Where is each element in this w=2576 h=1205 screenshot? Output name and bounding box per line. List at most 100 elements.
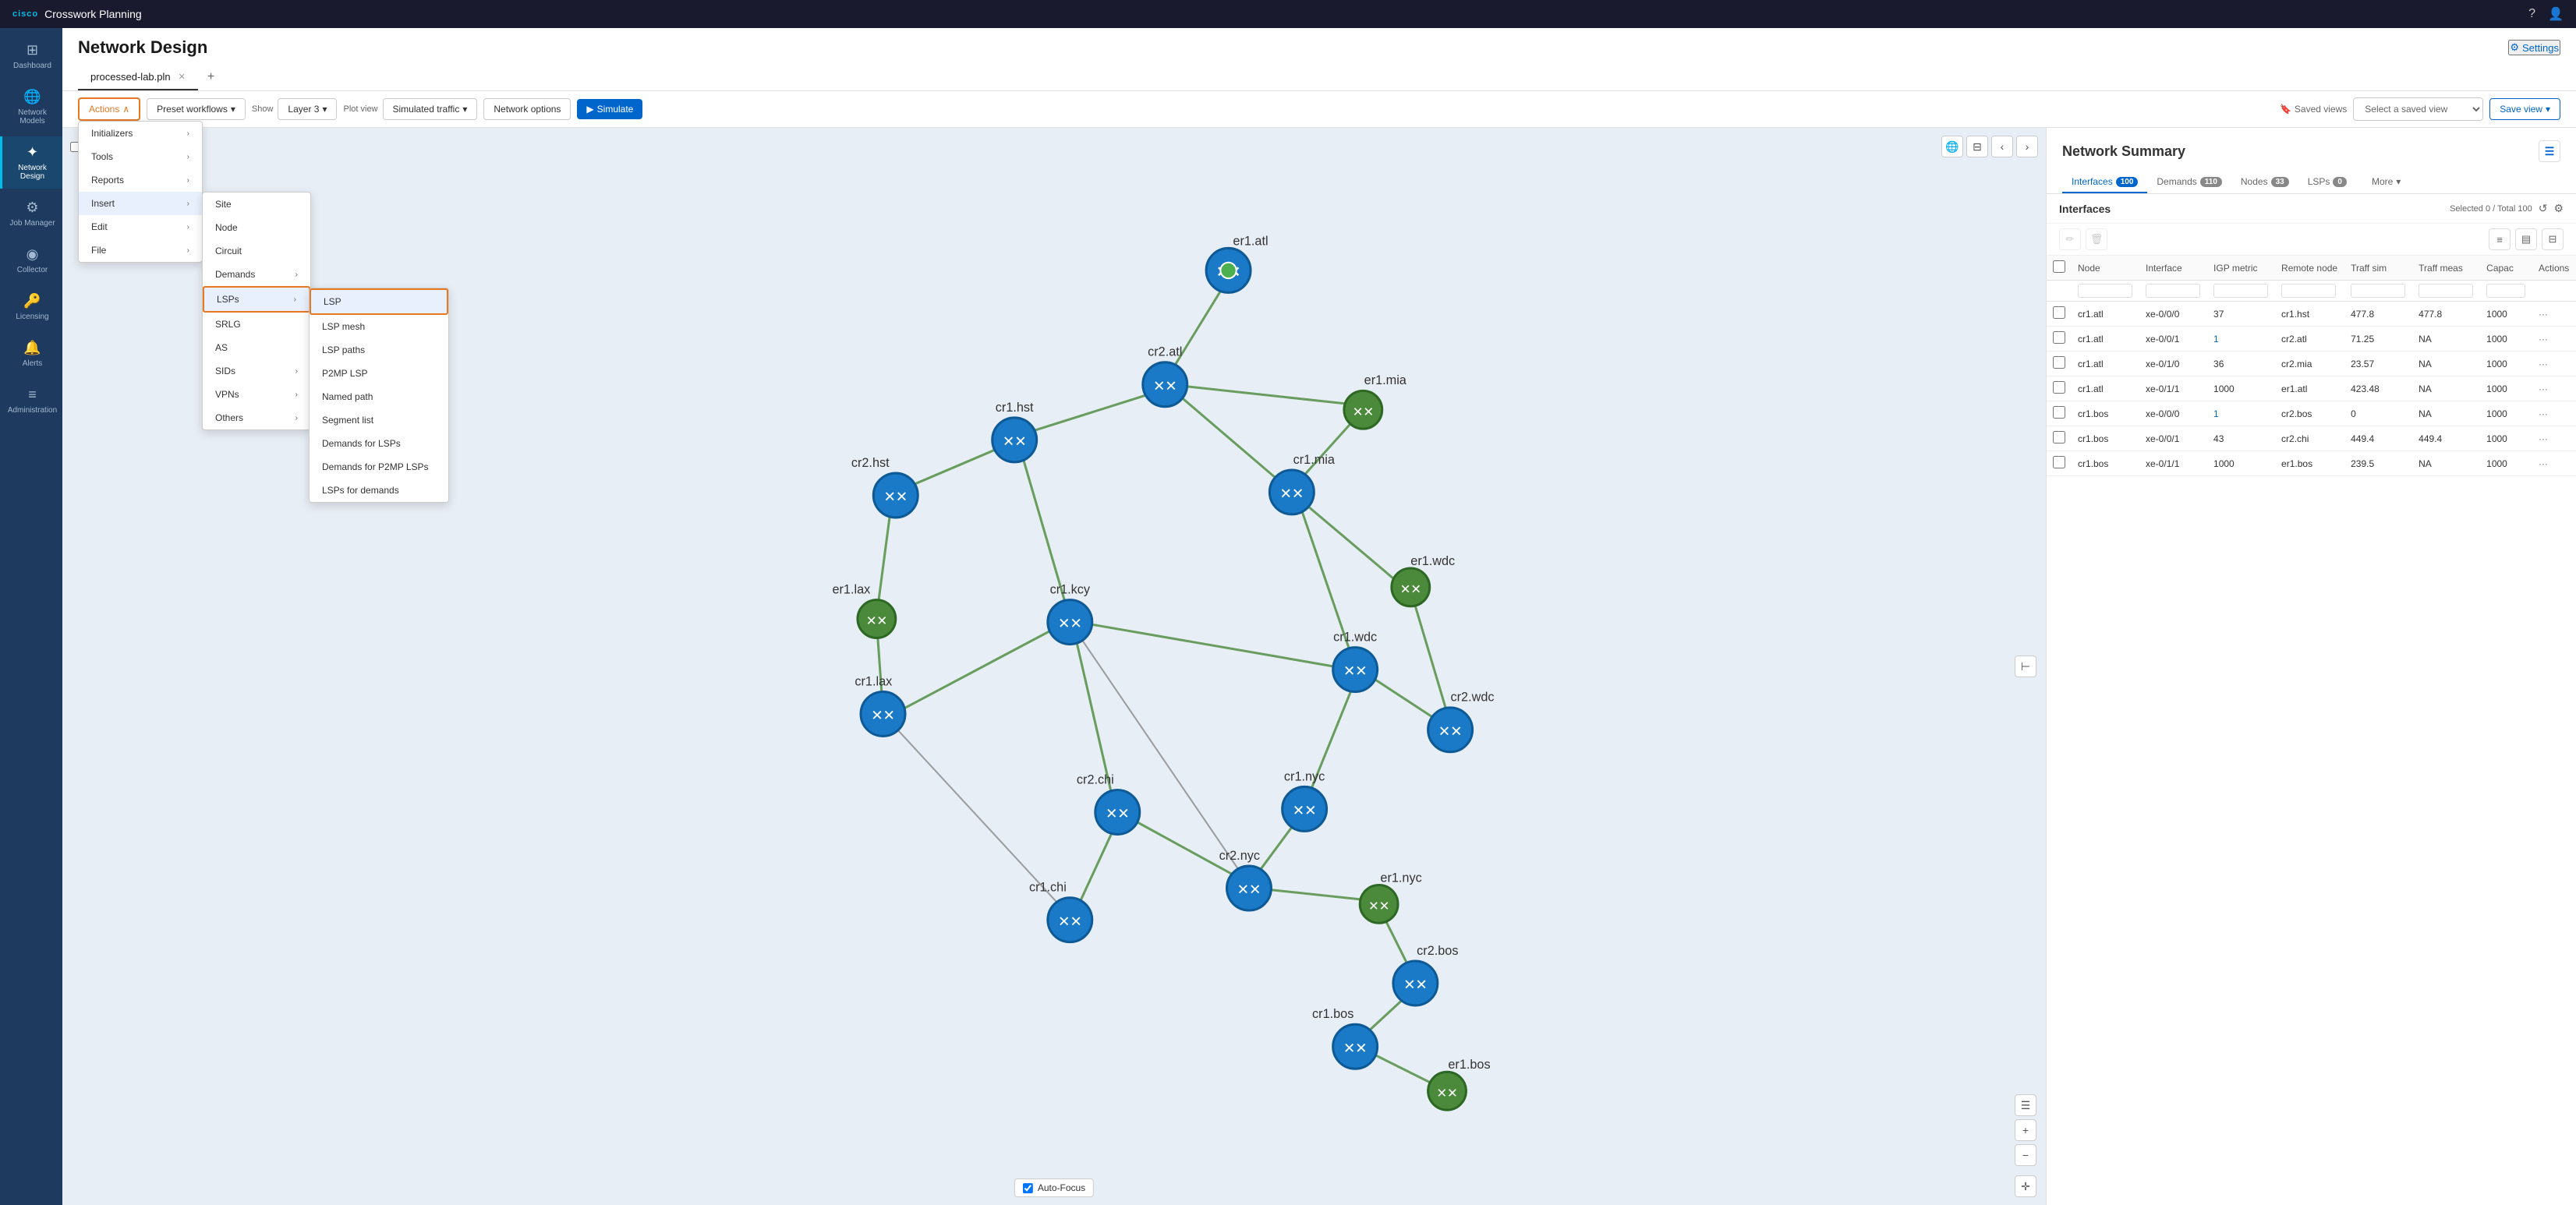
select-all-checkbox[interactable] bbox=[2053, 260, 2065, 273]
row-checkbox-6[interactable] bbox=[2053, 456, 2065, 468]
lsp-item-segment-list[interactable]: Segment list bbox=[310, 408, 448, 432]
actions-menu-tools[interactable]: Tools › bbox=[79, 145, 202, 168]
help-icon[interactable]: ? bbox=[2528, 7, 2535, 21]
actions-menu-reports[interactable]: Reports › bbox=[79, 168, 202, 192]
expand-view-btn[interactable]: ⊟ bbox=[2542, 228, 2564, 250]
row-menu-2[interactable]: ··· bbox=[2539, 359, 2548, 369]
tab-processed-lab[interactable]: processed-lab.pln ✕ bbox=[78, 65, 198, 90]
filter-remote-node[interactable] bbox=[2281, 284, 2336, 298]
row-checkbox-4[interactable] bbox=[2053, 406, 2065, 419]
panel-tab-lsps[interactable]: LSPs 0 bbox=[2298, 171, 2356, 193]
settings-icon-btn[interactable]: ⚙ bbox=[2553, 202, 2564, 215]
table-scroll-area[interactable]: Node Interface IGP metric Remote node Tr… bbox=[2047, 256, 2576, 1205]
filter-igp-metric[interactable] bbox=[2213, 284, 2268, 298]
panel-tab-interfaces[interactable]: Interfaces 100 bbox=[2062, 171, 2147, 193]
simulated-traffic-button[interactable]: Simulated traffic ▾ bbox=[383, 98, 478, 120]
col-header-remote-node[interactable]: Remote node bbox=[2275, 256, 2344, 281]
col-header-node[interactable]: Node bbox=[2072, 256, 2139, 281]
col-header-traff-sim[interactable]: Traff sim bbox=[2344, 256, 2412, 281]
lsp-item-named-path[interactable]: Named path bbox=[310, 385, 448, 408]
filter-node[interactable] bbox=[2078, 284, 2132, 298]
filter-interface[interactable] bbox=[2146, 284, 2200, 298]
row-checkbox-3[interactable] bbox=[2053, 381, 2065, 394]
network-options-button[interactable]: Network options bbox=[483, 98, 571, 120]
row-menu-1[interactable]: ··· bbox=[2539, 334, 2548, 345]
zoom-out-icon-btn[interactable]: − bbox=[2015, 1144, 2036, 1166]
layer3-button[interactable]: Layer 3 ▾ bbox=[278, 98, 337, 120]
delete-record-button[interactable]: 🗑 bbox=[2086, 228, 2107, 250]
list-view-toggle-btn[interactable]: ☰ bbox=[2539, 140, 2560, 162]
sidebar-item-administration[interactable]: ≡ Administration bbox=[0, 379, 62, 422]
insert-sids[interactable]: SIDs › bbox=[203, 359, 310, 383]
settings-button[interactable]: ⚙ Settings bbox=[2508, 40, 2560, 55]
lsp-item-demands-for-lsps[interactable]: Demands for LSPs bbox=[310, 432, 448, 455]
row-menu-4[interactable]: ··· bbox=[2539, 408, 2548, 419]
lsp-item-demands-for-p2mp[interactable]: Demands for P2MP LSPs bbox=[310, 455, 448, 479]
zoom-in-icon-btn[interactable]: + bbox=[2015, 1119, 2036, 1141]
filter-traff-meas[interactable] bbox=[2419, 284, 2473, 298]
preset-workflows-button[interactable]: Preset workflows ▾ bbox=[147, 98, 246, 120]
actions-menu-initializers[interactable]: Initializers › bbox=[79, 122, 202, 145]
lsp-item-lsps-for-demands[interactable]: LSPs for demands bbox=[310, 479, 448, 502]
sidebar-item-network-models[interactable]: 🌐 Network Models bbox=[0, 81, 62, 133]
insert-site[interactable]: Site bbox=[203, 193, 310, 216]
sidebar-item-licensing[interactable]: 🔑 Licensing bbox=[0, 285, 62, 329]
col-header-traff-meas[interactable]: Traff meas bbox=[2412, 256, 2480, 281]
row-menu-6[interactable]: ··· bbox=[2539, 458, 2548, 469]
filter-icon-btn[interactable]: ≡ bbox=[2489, 228, 2511, 250]
panel-tab-more[interactable]: More ▾ bbox=[2362, 171, 2410, 193]
row-menu-5[interactable]: ··· bbox=[2539, 433, 2548, 444]
nav-next-icon-btn[interactable]: › bbox=[2016, 136, 2038, 157]
insert-lsps[interactable]: LSPs › LSP LSP mesh bbox=[203, 286, 310, 313]
row-checkbox-5[interactable] bbox=[2053, 431, 2065, 443]
lsp-item-lsp[interactable]: LSP bbox=[310, 288, 448, 315]
actions-button[interactable]: Actions ∧ bbox=[78, 97, 140, 121]
col-header-capac[interactable]: Capac bbox=[2480, 256, 2532, 281]
insert-demands[interactable]: Demands › bbox=[203, 263, 310, 286]
save-view-button[interactable]: Save view ▾ bbox=[2489, 98, 2560, 120]
filter-capac[interactable] bbox=[2486, 284, 2525, 298]
insert-srlg[interactable]: SRLG bbox=[203, 313, 310, 336]
insert-vpns[interactable]: VPNs › bbox=[203, 383, 310, 406]
actions-menu-edit[interactable]: Edit › bbox=[79, 215, 202, 239]
actions-menu-file[interactable]: File › bbox=[79, 239, 202, 262]
select-view-dropdown[interactable]: Select a saved view bbox=[2353, 97, 2483, 121]
col-header-interface[interactable]: Interface bbox=[2139, 256, 2207, 281]
column-view-btn[interactable]: ▤ bbox=[2515, 228, 2537, 250]
row-checkbox-0[interactable] bbox=[2053, 306, 2065, 319]
auto-focus-checkbox[interactable] bbox=[1023, 1183, 1033, 1193]
sidebar-item-dashboard[interactable]: ⊞ Dashboard bbox=[0, 34, 62, 78]
tab-add-button[interactable]: + bbox=[198, 64, 224, 90]
igp-link-4[interactable]: 1 bbox=[2213, 408, 2219, 419]
insert-as[interactable]: AS bbox=[203, 336, 310, 359]
panel-tab-demands[interactable]: Demands 110 bbox=[2147, 171, 2231, 193]
sidebar-item-collector[interactable]: ◉ Collector bbox=[0, 239, 62, 282]
refresh-icon-btn[interactable]: ↺ bbox=[2539, 202, 2548, 215]
hierarchy-icon-btn[interactable]: ⊢ bbox=[2015, 656, 2036, 677]
actions-menu-insert[interactable]: Insert › Site Node Circuit bbox=[79, 192, 202, 215]
crosshair-icon-btn[interactable]: ✛ bbox=[2015, 1175, 2036, 1197]
insert-node[interactable]: Node bbox=[203, 216, 310, 239]
row-menu-3[interactable]: ··· bbox=[2539, 383, 2548, 394]
lsp-item-p2mp-lsp[interactable]: P2MP LSP bbox=[310, 362, 448, 385]
topology-icon-btn[interactable]: ⊟ bbox=[1966, 136, 1988, 157]
sidebar-item-job-manager[interactable]: ⚙ Job Manager bbox=[0, 192, 62, 235]
list-view-icon-btn[interactable]: ☰ bbox=[2015, 1094, 2036, 1116]
igp-link-1[interactable]: 1 bbox=[2213, 334, 2219, 345]
simulate-button[interactable]: ▶ Simulate bbox=[577, 99, 642, 119]
user-icon[interactable]: 👤 bbox=[2548, 6, 2564, 22]
col-header-igp-metric[interactable]: IGP metric bbox=[2207, 256, 2275, 281]
row-checkbox-2[interactable] bbox=[2053, 356, 2065, 369]
edit-record-button[interactable]: ✏ bbox=[2059, 228, 2081, 250]
sidebar-item-alerts[interactable]: 🔔 Alerts bbox=[0, 332, 62, 376]
tab-close-icon[interactable]: ✕ bbox=[179, 72, 186, 82]
sidebar-item-network-design[interactable]: ✦ Network Design bbox=[0, 136, 62, 189]
globe-icon-btn[interactable]: 🌐 bbox=[1941, 136, 1963, 157]
lsp-item-lsp-mesh[interactable]: LSP mesh bbox=[310, 315, 448, 338]
nav-prev-icon-btn[interactable]: ‹ bbox=[1991, 136, 2013, 157]
insert-circuit[interactable]: Circuit bbox=[203, 239, 310, 263]
row-checkbox-1[interactable] bbox=[2053, 331, 2065, 344]
lsp-item-lsp-paths[interactable]: LSP paths bbox=[310, 338, 448, 362]
filter-traff-sim[interactable] bbox=[2351, 284, 2405, 298]
panel-tab-nodes[interactable]: Nodes 33 bbox=[2231, 171, 2298, 193]
